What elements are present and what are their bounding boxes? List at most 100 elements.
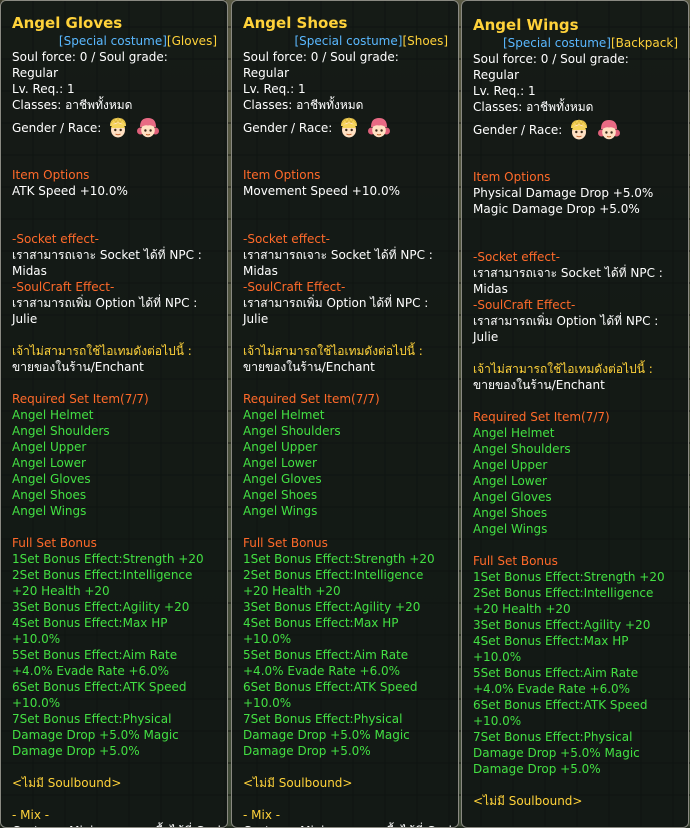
soulcraft-effect-heading: -SoulCraft Effect- [473,298,576,312]
soulcraft-effect-text: เราสามารถเพิ่ม Option ได้ที่ NPC : Julie [243,296,429,326]
item-option: Movement Speed +10.0% [243,184,400,198]
full-set-bonus-heading: Full Set Bonus [473,554,558,568]
male-avatar-icon [338,116,360,140]
set-bonus: 6Set Bonus Effect:ATK Speed +10.0% [473,698,648,728]
gender-race-label: Gender / Race: [12,121,102,135]
gender-race-label: Gender / Race: [243,121,333,135]
soul-force: Soul force: 0 / Soul grade: [12,50,168,64]
cannot-use-heading: เจ้าไม่สามารถใช้ไอเทมดังต่อไปนี้ : [243,344,423,358]
soulcraft-effect-heading: -SoulCraft Effect- [12,280,115,294]
required-set-heading: Required Set Item(7/7) [12,392,149,406]
socket-effect-heading: -Socket effect- [473,250,560,264]
item-options-heading: Item Options [473,170,551,184]
set-bonus: 4Set Bonus Effect:Max HP +10.0% [243,616,399,646]
set-bonus: 5Set Bonus Effect:Aim Rate +4.0% Evade R… [243,648,409,678]
soulbound-status: <ไม่มี Soulbound> [12,776,122,790]
set-item: Angel Helmet [473,426,555,440]
item-name: Angel Shoes [243,14,348,32]
set-item: Angel Shoes [12,488,87,502]
socket-effect-text: เราสามารถเจาะ Socket ได้ที่ NPC : Midas [243,248,433,278]
set-item: Angel Lower [12,456,86,470]
set-bonus: 1Set Bonus Effect:Strength +20 [473,570,665,584]
set-item: Angel Lower [243,456,317,470]
set-item: Angel Wings [12,504,87,518]
item-options-list: Physical Damage Drop +5.0% Magic Damage D… [473,185,688,217]
item-options-heading: Item Options [243,168,321,182]
slot-label: [Backpack] [610,36,678,50]
cannot-use-text: ขายของในร้าน/Enchant [473,378,605,392]
category-label: [Special costume] [294,34,403,48]
slot-label: [Shoes] [402,34,448,48]
set-bonus: 3Set Bonus Effect:Agility +20 [12,600,190,614]
item-category: [Special costume][Backpack] [473,35,688,51]
soulbound-status: <ไม่มี Soulbound> [243,776,353,790]
set-item: Angel Lower [473,474,547,488]
set-item: Angel Shoes [243,488,318,502]
set-item: Angel Wings [473,522,548,536]
item-option: ATK Speed +10.0% [12,184,128,198]
classes: Classes: อาชีพทั้งหมด [473,100,594,114]
set-item: Angel Upper [243,440,318,454]
gender-race-label: Gender / Race: [473,123,563,137]
socket-effect-text: เราสามารถเจาะ Socket ได้ที่ NPC : Midas [12,248,202,278]
classes: Classes: อาชีพทั้งหมด [12,98,133,112]
soulcraft-effect-text: เราสามารถเพิ่ม Option ได้ที่ NPC : Julie [12,296,198,326]
soulbound-status: <ไม่มี Soulbound> [473,794,583,808]
set-item: Angel Upper [12,440,87,454]
soul-force: Soul force: 0 / Soul grade: [243,50,399,64]
category-label: [Special costume] [502,36,611,50]
item-options-list: ATK Speed +10.0% [12,183,227,199]
item-tooltip-3: Angel Wings [Special costume][Backpack] … [461,0,689,828]
set-item: Angel Shoulders [243,424,341,438]
set-bonus: 5Set Bonus Effect:Aim Rate +4.0% Evade R… [473,666,639,696]
set-item: Angel Gloves [473,490,552,504]
set-bonus: 1Set Bonus Effect:Strength +20 [12,552,204,566]
set-items-list: Angel Helmet Angel Shoulders Angel Upper An… [243,407,458,519]
set-bonus: 7Set Bonus Effect:Physical Damage Drop +… [12,712,179,758]
set-bonus: 2Set Bonus Effect:Intelligence +20 Healt… [243,568,424,598]
set-bonus-list: 1Set Bonus Effect:Strength +20 2Set Bonus… [12,551,227,759]
cannot-use-heading: เจ้าไม่สามารถใช้ไอเทมดังต่อไปนี้ : [473,362,653,376]
set-bonus-list: 1Set Bonus Effect:Strength +20 2Set Bonus… [243,551,458,759]
item-name: Angel Wings [473,16,579,34]
soul-grade: Regular [243,66,290,80]
set-item: Angel Helmet [243,408,325,422]
level-requirement: Lv. Req.: 1 [12,82,75,96]
set-bonus: 2Set Bonus Effect:Intelligence +20 Healt… [473,586,654,616]
set-item: Angel Gloves [243,472,322,486]
set-bonus: 7Set Bonus Effect:Physical Damage Drop +… [243,712,410,758]
set-bonus: 3Set Bonus Effect:Agility +20 [473,618,651,632]
item-name: Angel Gloves [12,14,123,32]
set-items-list: Angel Helmet Angel Shoulders Angel Upper An… [12,407,227,519]
required-set-heading: Required Set Item(7/7) [243,392,380,406]
level-requirement: Lv. Req.: 1 [473,84,536,98]
mix-heading: - Mix - [243,808,281,822]
item-option: Physical Damage Drop +5.0% [473,186,654,200]
cannot-use-heading: เจ้าไม่สามารถใช้ไอเทมดังต่อไปนี้ : [12,344,192,358]
item-category: [Special costume][Shoes] [243,33,458,49]
socket-effect-heading: -Socket effect- [243,232,330,246]
female-avatar-icon [368,116,391,140]
item-options-heading: Item Options [12,168,90,182]
set-item: Angel Shoulders [12,424,110,438]
set-bonus: 5Set Bonus Effect:Aim Rate +4.0% Evade R… [12,648,178,678]
item-option: Magic Damage Drop +5.0% [473,202,640,216]
set-item: Angel Wings [243,504,318,518]
set-bonus: 6Set Bonus Effect:ATK Speed +10.0% [12,680,187,710]
set-bonus-list: 1Set Bonus Effect:Strength +20 2Set Bonus… [473,569,688,777]
required-set-heading: Required Set Item(7/7) [473,410,610,424]
soul-grade: Regular [473,68,520,82]
set-items-list: Angel Helmet Angel Shoulders Angel Upper An… [473,425,688,537]
soulcraft-effect-heading: -SoulCraft Effect- [243,280,346,294]
set-bonus: 2Set Bonus Effect:Intelligence +20 Healt… [12,568,193,598]
male-avatar-icon [568,118,590,142]
set-bonus: 3Set Bonus Effect:Agility +20 [243,600,421,614]
set-item: Angel Shoes [473,506,548,520]
female-avatar-icon [137,116,160,140]
set-item: Angel Helmet [12,408,94,422]
set-item: Angel Upper [473,458,548,472]
slot-label: [Gloves] [166,34,217,48]
male-avatar-icon [107,116,129,140]
item-tooltip-2: Angel Shoes [Special costume][Shoes] Sou… [231,0,459,828]
full-set-bonus-heading: Full Set Bonus [243,536,328,550]
